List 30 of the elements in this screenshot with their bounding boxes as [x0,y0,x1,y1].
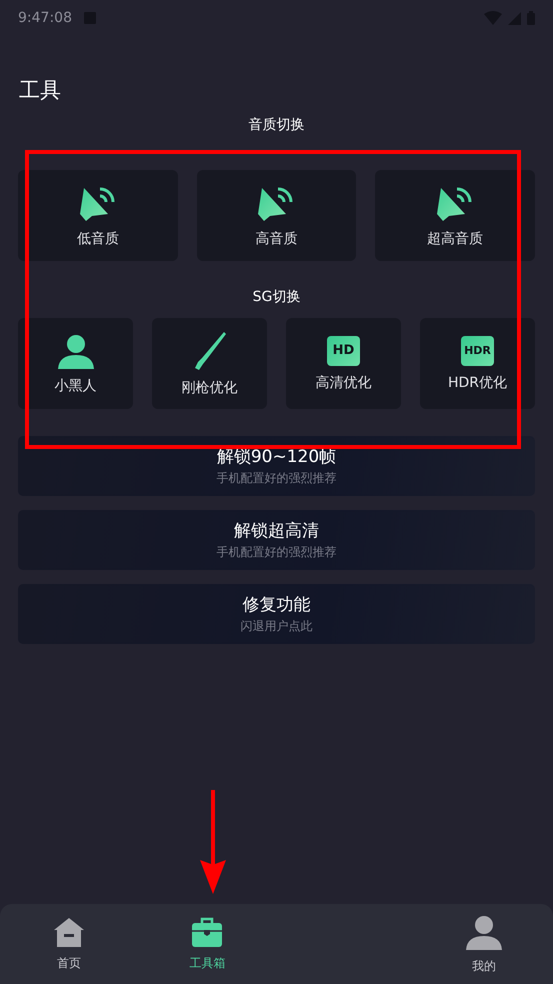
option-subtitle: 闪退用户点此 [240,618,312,635]
sg-option[interactable]: 小黑人 [18,318,133,409]
feature-option[interactable]: 修复功能 闪退用户点此 [18,584,535,644]
sg-option[interactable]: HD 高清优化 [286,318,401,409]
option-subtitle: 手机配置好的强烈推荐 [216,470,336,487]
feature-option[interactable]: 解锁90~120帧 手机配置好的强烈推荐 [18,436,535,496]
hd-badge-icon: HDR [461,336,494,366]
sound-quality-option[interactable]: 低音质 [18,170,178,261]
option-title: 修复功能 [242,594,310,616]
feature-option[interactable]: 解锁超高清 手机配置好的强烈推荐 [18,510,535,570]
section-heading: 音质切换 [248,116,304,135]
nav-tab[interactable]: 首页 [0,904,138,984]
option-subtitle: 手机配置好的强烈推荐 [216,544,336,561]
nav-tab[interactable]: 工具箱 [138,904,276,984]
nav-tab[interactable]: 我的 [414,904,553,984]
status-time: 9:47:08 [18,10,72,26]
page-title: 工具 [19,77,62,102]
sound-quality-option[interactable]: 超高音质 [375,170,535,261]
sg-option[interactable]: HDR HDR优化 [420,318,535,409]
sound-quality-option[interactable]: 高音质 [196,170,356,261]
person-icon [56,332,96,368]
section-heading: SG切换 [252,288,300,307]
briefcase-icon [191,916,224,946]
option-title: 解锁90~120帧 [216,446,336,468]
sg-option[interactable]: 刚枪优化 [152,318,267,409]
home-icon [53,916,86,946]
hd-badge-icon: HD [327,336,360,366]
person-icon [464,914,504,950]
option-title: 解锁超高清 [234,520,319,542]
rifle-icon [192,330,226,370]
